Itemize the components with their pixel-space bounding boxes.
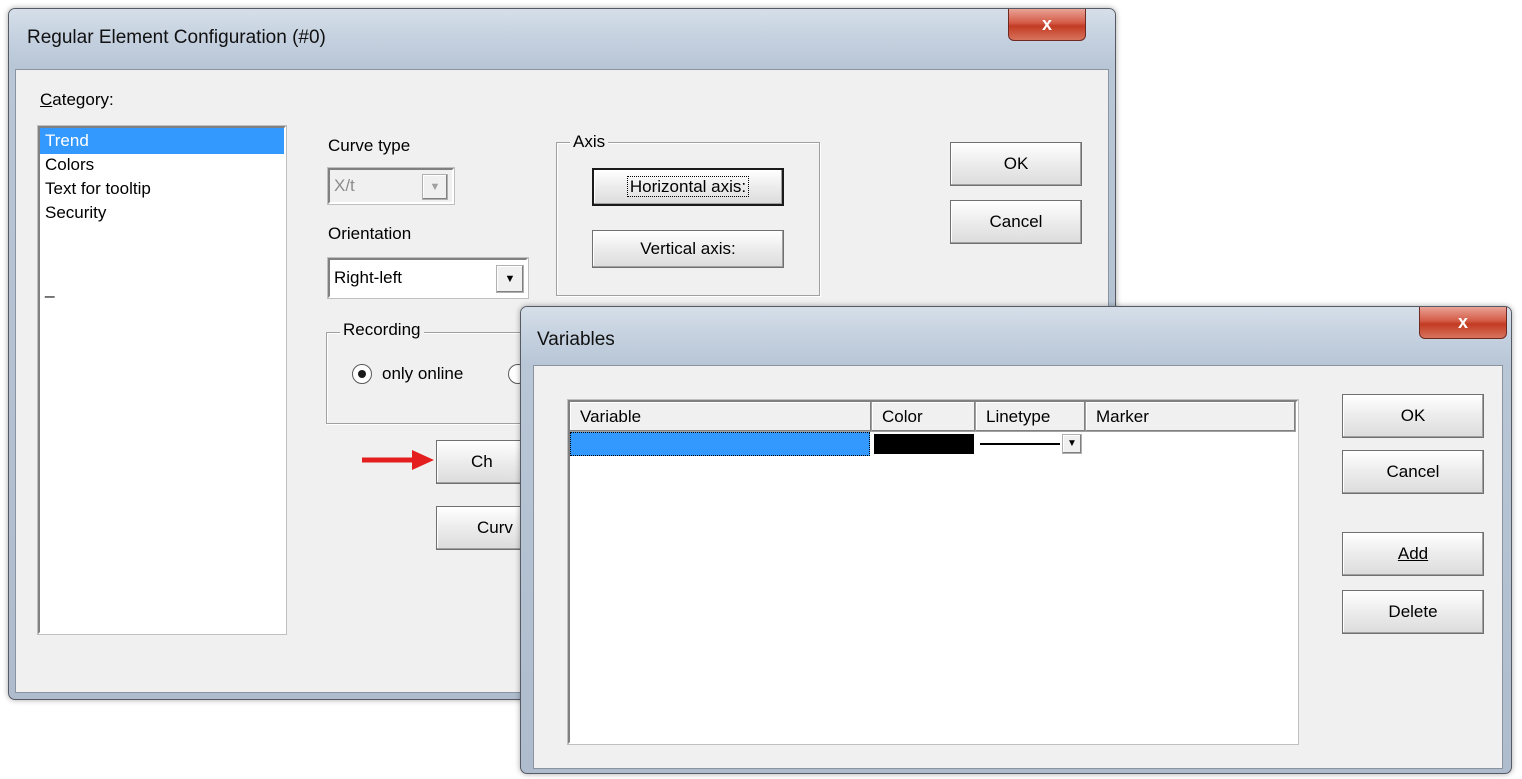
title-bar[interactable] [521,307,1511,367]
cancel-label: Cancel [1386,462,1440,481]
category-item-trend[interactable]: Trend [40,128,284,154]
recording-group-title: Recording [340,320,424,340]
only-online-label: only online [382,364,464,383]
variables-table[interactable]: Variable Color Linetype Marker ▼ [567,399,1299,745]
column-header-color[interactable]: Color [872,402,976,432]
dialog-title: Regular Element Configuration (#0) [27,27,326,48]
delete-label: Delete [1388,602,1438,621]
close-icon: x [1457,312,1468,332]
orientation-select[interactable]: Right-left ▼ [327,257,529,299]
category-item-blank[interactable]: _ [40,276,284,302]
axis-group [556,142,820,296]
variables-dialog: Variables x Variable Color Linetype Mark… [520,306,1512,774]
vertical-axis-label: Vertical axis: [640,239,736,258]
chevron-down-icon: ▼ [496,265,524,293]
linetype-solid-line [980,443,1060,445]
ok-button[interactable]: OK [950,142,1082,186]
close-button[interactable]: x [1008,9,1086,41]
close-icon: x [1041,14,1052,34]
dialog-client-area: Variable Color Linetype Marker ▼ OK Canc… [533,365,1503,769]
category-label: Category: [40,90,114,109]
column-header-marker[interactable]: Marker [1086,402,1296,432]
vertical-axis-button[interactable]: Vertical axis: [592,230,784,268]
radio-dot-icon [358,370,366,378]
table-row[interactable]: ▼ [570,432,1296,456]
dialog-title: Variables [537,329,615,350]
category-list[interactable]: Trend Colors Text for tooltip Security _ [37,125,287,635]
axis-group-title: Axis [570,132,609,152]
horizontal-axis-label: Horizontal axis: [626,176,750,197]
curve-type-label: Curve type [328,136,411,155]
add-label: Add [1397,544,1429,563]
column-header-variable[interactable]: Variable [570,402,872,432]
column-header-linetype[interactable]: Linetype [976,402,1086,432]
category-item-security[interactable]: Security [40,200,284,226]
curves-button-label: Curv [477,518,513,537]
annotation-arrow-icon [362,450,434,470]
category-item-tooltip[interactable]: Text for tooltip [40,176,284,202]
color-cell[interactable] [874,434,974,454]
ok-label: OK [1400,406,1426,425]
orientation-label: Orientation [328,224,412,243]
chevron-down-icon: ▼ [422,174,448,200]
cancel-button[interactable]: Cancel [950,200,1082,244]
chevron-down-icon[interactable]: ▼ [1062,434,1082,454]
ok-label: OK [1003,154,1029,173]
ok-button[interactable]: OK [1342,394,1484,438]
delete-button[interactable]: Delete [1342,590,1484,634]
horizontal-axis-button[interactable]: Horizontal axis: [592,168,784,206]
add-button[interactable]: Add [1342,532,1484,576]
linetype-cell[interactable]: ▼ [978,432,1086,456]
curve-type-select[interactable]: X/t ▼ [327,167,455,205]
cancel-label: Cancel [989,212,1043,231]
orientation-value: Right-left [334,268,403,287]
category-item-colors[interactable]: Colors [40,152,284,178]
radio-only-online[interactable] [352,364,372,384]
close-button[interactable]: x [1419,307,1507,339]
choose-button-label: Ch [471,452,493,471]
variable-cell[interactable] [570,432,870,456]
cancel-button[interactable]: Cancel [1342,450,1484,494]
curve-type-value: X/t [334,176,355,195]
